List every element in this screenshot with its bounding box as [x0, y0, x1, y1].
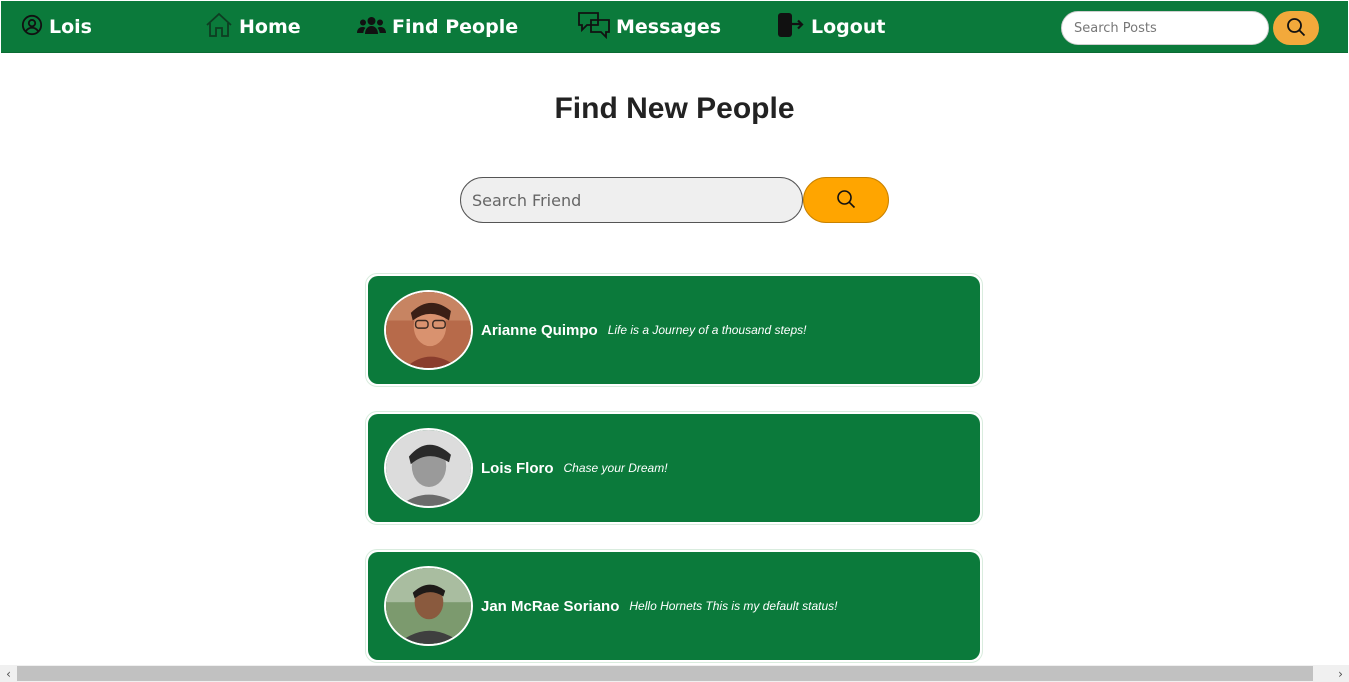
person-card[interactable]: Jan McRae Soriano Hello Hornets This is … — [365, 549, 983, 663]
search-posts-button[interactable] — [1273, 11, 1319, 45]
search-friend-input[interactable] — [460, 177, 803, 223]
person-card-body[interactable]: Lois Floro Chase your Dream! — [368, 414, 980, 522]
users-icon — [357, 15, 392, 40]
person-card-body[interactable]: Jan McRae Soriano Hello Hornets This is … — [368, 552, 980, 660]
nav-find-people-label: Find People — [392, 16, 519, 38]
nav-find-people[interactable]: Find People — [357, 1, 518, 53]
search-posts-input[interactable] — [1061, 11, 1269, 45]
nav-user-label: Lois — [49, 16, 92, 38]
home-icon — [205, 12, 239, 43]
nav-messages-label: Messages — [616, 16, 722, 38]
nav-user-profile[interactable]: Lois — [21, 1, 92, 53]
scroll-left-arrow-icon[interactable]: ‹ — [0, 665, 17, 682]
nav-home-label: Home — [239, 16, 301, 38]
person-card-body[interactable]: Arianne Quimpo Life is a Journey of a th… — [368, 276, 980, 384]
person-card[interactable]: Lois Floro Chase your Dream! — [365, 411, 983, 525]
scroll-right-arrow-icon[interactable]: › — [1332, 665, 1349, 682]
top-navbar: Lois Home Find People Messages Logout Se… — [1, 1, 1348, 53]
person-name[interactable]: Jan McRae Soriano — [481, 598, 619, 615]
search-icon — [1286, 17, 1306, 40]
person-status: Hello Hornets This is my default status! — [629, 599, 838, 613]
search-icon — [836, 189, 856, 212]
person-name[interactable]: Arianne Quimpo — [481, 322, 598, 339]
chat-bubbles-icon — [578, 11, 616, 44]
nav-logout-label: Logout — [811, 16, 886, 38]
horizontal-scrollbar[interactable]: ‹ › — [0, 665, 1349, 682]
person-status: Life is a Journey of a thousand steps! — [607, 323, 807, 337]
avatar — [384, 290, 473, 370]
nav-logout[interactable]: Logout — [777, 1, 885, 53]
avatar — [384, 428, 473, 508]
user-circle-icon — [21, 14, 49, 41]
person-status: Chase your Dream! — [563, 461, 668, 475]
nav-home[interactable]: Home — [205, 1, 301, 53]
logout-door-icon — [777, 12, 811, 43]
scrollbar-thumb[interactable] — [17, 666, 1313, 681]
search-friend-button[interactable] — [803, 177, 889, 223]
nav-messages[interactable]: Messages — [578, 1, 721, 53]
avatar — [384, 566, 473, 646]
person-name[interactable]: Lois Floro — [481, 460, 554, 477]
page-title: Find New People — [554, 92, 795, 125]
person-card[interactable]: Arianne Quimpo Life is a Journey of a th… — [365, 273, 983, 387]
